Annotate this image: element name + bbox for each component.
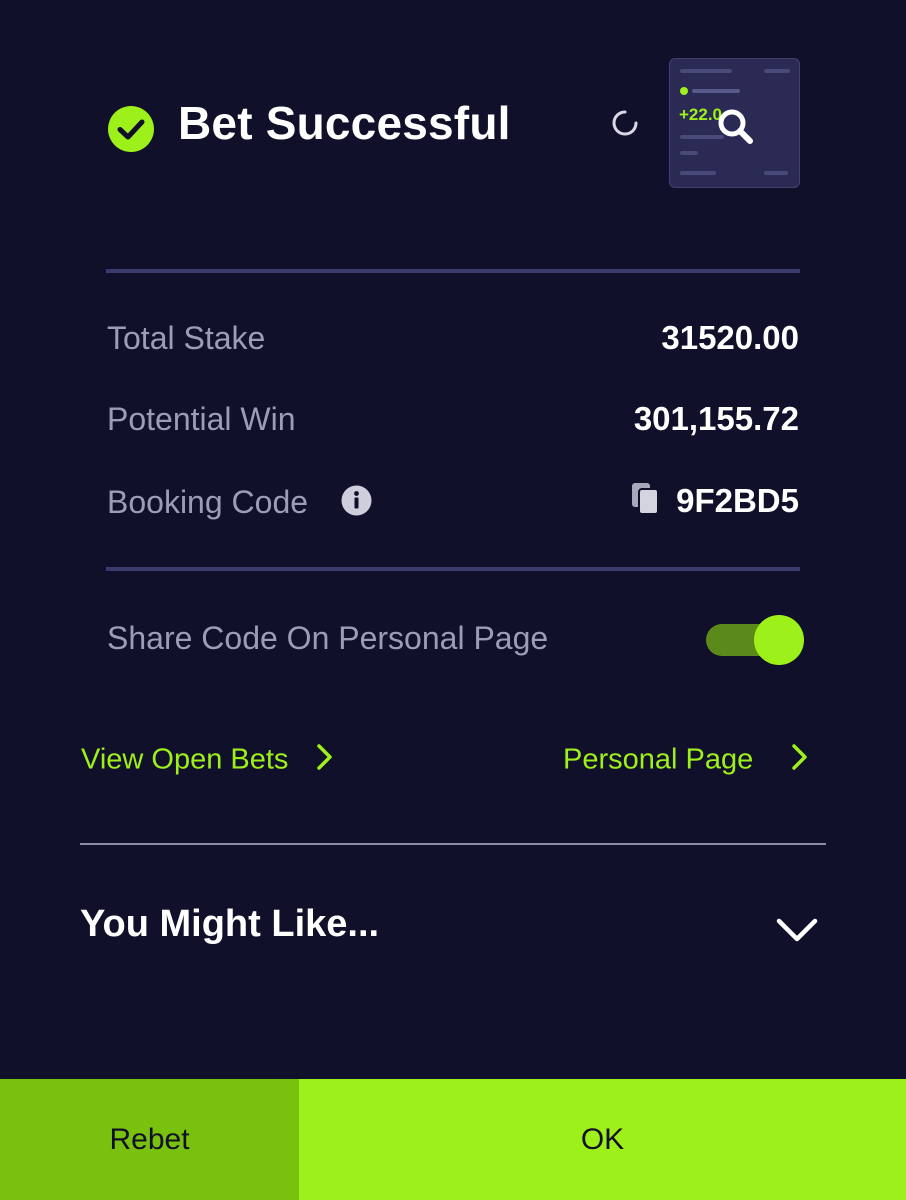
personal-page-link[interactable]: Personal Page <box>563 743 809 779</box>
chevron-right-icon <box>791 743 809 779</box>
booking-code-value[interactable]: 9F2BD5 <box>676 482 799 520</box>
preview-line <box>680 171 716 175</box>
preview-line <box>764 171 788 175</box>
bet-preview-thumbnail[interactable]: +22.0 <box>669 58 800 188</box>
personal-page-label: Personal Page <box>563 743 754 776</box>
check-circle-icon <box>108 106 154 152</box>
total-stake-label: Total Stake <box>107 320 266 356</box>
booking-code-label: Booking Code <box>107 484 309 520</box>
potential-win-label: Potential Win <box>107 401 296 437</box>
preview-line <box>680 151 698 155</box>
share-code-label: Share Code On Personal Page <box>107 620 549 656</box>
preview-line <box>764 69 790 73</box>
share-code-toggle[interactable] <box>706 615 804 665</box>
divider <box>106 567 800 571</box>
preview-status-dot <box>680 87 688 95</box>
ok-button[interactable]: OK <box>299 1079 906 1200</box>
chevron-right-icon <box>316 743 334 779</box>
preview-line <box>692 89 740 93</box>
rebet-button[interactable]: Rebet <box>0 1079 299 1200</box>
view-open-bets-link[interactable]: View Open Bets <box>81 743 334 779</box>
preview-line <box>680 69 732 73</box>
chevron-down-icon[interactable] <box>774 912 820 948</box>
page-title: Bet Successful <box>178 97 511 149</box>
toggle-knob <box>754 615 804 665</box>
section-divider <box>80 843 826 845</box>
info-icon[interactable] <box>341 485 372 516</box>
search-icon[interactable] <box>714 105 758 149</box>
result-header: Bet Successful +22.0 <box>0 0 906 250</box>
view-open-bets-label: View Open Bets <box>81 743 289 776</box>
potential-win-value: 301,155.72 <box>633 400 799 437</box>
divider <box>106 269 800 273</box>
refresh-icon[interactable] <box>610 108 640 138</box>
total-stake-value: 31520.00 <box>661 319 799 356</box>
recommendations-title[interactable]: You Might Like... <box>80 903 379 946</box>
action-bar: Rebet OK <box>0 1079 906 1200</box>
copy-icon[interactable] <box>630 482 660 516</box>
